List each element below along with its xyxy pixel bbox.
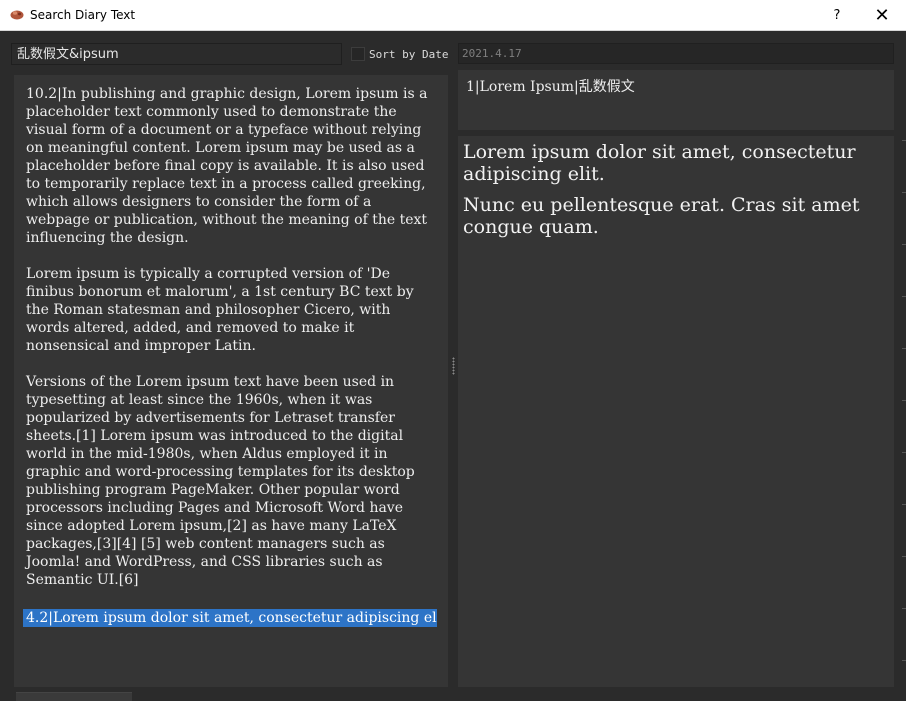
result-item-text[interactable]: 10.2|In publishing and graphic design, L…: [26, 85, 438, 589]
selected-result-item[interactable]: 4.2|Lorem ipsum dolor sit amet, consecte…: [23, 609, 437, 627]
title-bar: Search Diary Text ? ✕: [0, 0, 906, 31]
results-list[interactable]: 10.2|In publishing and graphic design, L…: [14, 75, 448, 687]
window-title: Search Diary Text: [30, 8, 136, 22]
date-field: 2021.4.17: [458, 43, 894, 64]
entry-content: Lorem ipsum dolor sit amet, consectetur …: [458, 136, 894, 687]
sort-by-date-label[interactable]: Sort by Date: [369, 48, 448, 61]
help-button[interactable]: ?: [815, 0, 859, 30]
entry-title-box: 1|Lorem Ipsum|乱数假文: [458, 70, 894, 130]
sort-by-date-checkbox[interactable]: [351, 47, 365, 61]
content-paragraph: Lorem ipsum dolor sit amet, consectetur …: [463, 141, 856, 185]
app-logo-icon: [10, 10, 24, 20]
window-edge: [902, 140, 906, 680]
close-button[interactable]: ✕: [860, 0, 904, 30]
search-input[interactable]: 乱数假文&ipsum: [11, 43, 342, 65]
content-paragraph: Nunc eu pellentesque erat. Cras sit amet…: [463, 194, 860, 238]
splitter-handle[interactable]: [452, 357, 455, 375]
